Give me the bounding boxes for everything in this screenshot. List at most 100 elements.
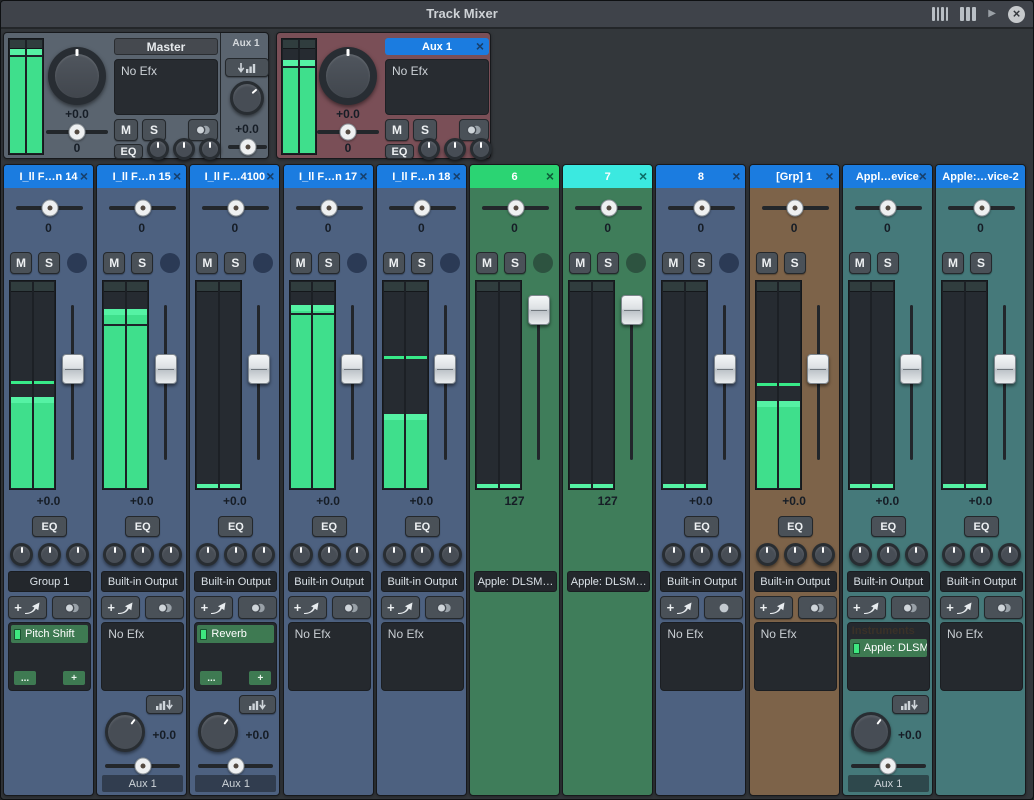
wide-strips-icon[interactable] bbox=[960, 7, 976, 21]
eq-button[interactable]: EQ bbox=[778, 516, 813, 537]
solo-button[interactable]: S bbox=[597, 252, 619, 274]
mute-button[interactable]: M bbox=[942, 252, 964, 274]
mute-button[interactable]: M bbox=[196, 252, 218, 274]
eq-knob-low[interactable] bbox=[103, 543, 126, 566]
master-pan-slider-thumb[interactable] bbox=[69, 124, 86, 141]
pan-slider-thumb[interactable] bbox=[321, 200, 338, 217]
output-selector[interactable]: Built-in Output bbox=[847, 571, 930, 592]
close-track-icon[interactable]: × bbox=[453, 165, 461, 188]
eq-knob-low[interactable] bbox=[196, 543, 219, 566]
aux-send-mode-button[interactable] bbox=[892, 695, 929, 714]
aux-mini-send-slider-thumb[interactable] bbox=[239, 139, 256, 156]
stereo-button[interactable] bbox=[425, 596, 464, 619]
stereo-button[interactable] bbox=[332, 596, 371, 619]
mute-button[interactable]: M bbox=[476, 252, 498, 274]
eq-knob-high[interactable] bbox=[905, 543, 928, 566]
eq-button[interactable]: EQ bbox=[32, 516, 67, 537]
fader-thumb[interactable] bbox=[621, 295, 643, 325]
fader-thumb[interactable] bbox=[807, 354, 829, 384]
add-send-button[interactable]: + bbox=[660, 596, 699, 619]
plugin-enabled-led[interactable] bbox=[200, 629, 207, 640]
aux-send-slider-thumb[interactable] bbox=[227, 758, 244, 775]
aux-1-eq-knob-mid[interactable] bbox=[444, 138, 466, 160]
output-selector[interactable]: Built-in Output bbox=[754, 571, 837, 592]
efx-box[interactable]: No Efx bbox=[754, 622, 837, 691]
eq-knob-mid[interactable] bbox=[877, 543, 900, 566]
track-name-bar[interactable]: 8× bbox=[656, 165, 745, 188]
output-selector[interactable]: Built-in Output bbox=[101, 571, 184, 592]
eq-button[interactable]: EQ bbox=[964, 516, 999, 537]
solo-button[interactable]: S bbox=[411, 252, 433, 274]
output-selector[interactable]: Built-in Output bbox=[194, 571, 277, 592]
eq-knob-low[interactable] bbox=[756, 543, 779, 566]
aux-send-knob[interactable] bbox=[851, 712, 891, 752]
add-send-button[interactable]: + bbox=[940, 596, 979, 619]
aux-1-eq-knob-high[interactable] bbox=[470, 138, 492, 160]
output-selector[interactable]: Apple: DLSM… bbox=[474, 571, 557, 592]
efx-add-button[interactable]: + bbox=[249, 671, 271, 685]
expand-icon[interactable]: ▶ bbox=[988, 9, 996, 19]
close-track-icon[interactable]: × bbox=[732, 165, 740, 188]
mute-button[interactable]: M bbox=[849, 252, 871, 274]
aux-1-eq-knob-low[interactable] bbox=[418, 138, 440, 160]
track-name-bar[interactable]: I_ll F…n 17× bbox=[284, 165, 373, 188]
record-arm-circle[interactable] bbox=[719, 253, 739, 273]
efx-more-button[interactable]: ... bbox=[14, 671, 36, 685]
close-track-icon[interactable]: × bbox=[919, 165, 927, 188]
pan-slider-thumb[interactable] bbox=[227, 200, 244, 217]
output-selector[interactable]: Built-in Output bbox=[288, 571, 371, 592]
add-send-button[interactable]: + bbox=[101, 596, 140, 619]
fader-thumb[interactable] bbox=[714, 354, 736, 384]
stereo-button[interactable] bbox=[984, 596, 1023, 619]
eq-knob-mid[interactable] bbox=[784, 543, 807, 566]
track-name-bar[interactable]: I_ll F…n 18× bbox=[377, 165, 466, 188]
fader-thumb[interactable] bbox=[341, 354, 363, 384]
eq-button[interactable]: EQ bbox=[684, 516, 719, 537]
pan-slider-thumb[interactable] bbox=[973, 200, 990, 217]
solo-button[interactable]: S bbox=[318, 252, 340, 274]
record-arm-circle[interactable] bbox=[160, 253, 180, 273]
master-volume-knob[interactable] bbox=[48, 47, 106, 105]
eq-knob-low[interactable] bbox=[290, 543, 313, 566]
master-eq-knob-low[interactable] bbox=[147, 138, 169, 160]
efx-box[interactable]: No Efx bbox=[381, 622, 464, 691]
track-name-bar[interactable]: I_ll F…4100× bbox=[190, 165, 279, 188]
mute-button[interactable]: M bbox=[114, 119, 138, 141]
efx-box[interactable]: No Efx bbox=[288, 622, 371, 691]
track-name-bar[interactable]: 6× bbox=[470, 165, 559, 188]
add-send-button[interactable]: + bbox=[8, 596, 47, 619]
efx-box[interactable]: Pitch Shift...+ bbox=[8, 622, 91, 691]
eq-knob-low[interactable] bbox=[942, 543, 965, 566]
add-send-button[interactable]: + bbox=[194, 596, 233, 619]
stereo-button[interactable] bbox=[145, 596, 184, 619]
efx-more-button[interactable]: ... bbox=[200, 671, 222, 685]
mono-button[interactable] bbox=[704, 596, 743, 619]
solo-button[interactable]: S bbox=[970, 252, 992, 274]
eq-button[interactable]: EQ bbox=[125, 516, 160, 537]
close-track-icon[interactable]: × bbox=[266, 165, 274, 188]
aux-1-volume-knob[interactable] bbox=[319, 47, 377, 105]
output-selector[interactable]: Built-in Output bbox=[381, 571, 464, 592]
aux-send-mode-button[interactable] bbox=[146, 695, 183, 714]
eq-button[interactable]: EQ bbox=[114, 144, 143, 159]
aux-send-slider-thumb[interactable] bbox=[134, 758, 151, 775]
close-track-icon[interactable]: × bbox=[173, 165, 181, 188]
efx-box[interactable]: No Efx bbox=[940, 622, 1023, 691]
eq-knob-high[interactable] bbox=[812, 543, 835, 566]
mute-button[interactable]: M bbox=[385, 119, 409, 141]
pan-slider-thumb[interactable] bbox=[880, 200, 897, 217]
output-selector[interactable]: Built-in Output bbox=[940, 571, 1023, 592]
eq-knob-mid[interactable] bbox=[131, 543, 154, 566]
aux-1-name-bar[interactable]: Aux 1× bbox=[385, 38, 489, 55]
pan-slider-thumb[interactable] bbox=[787, 200, 804, 217]
eq-knob-high[interactable] bbox=[346, 543, 369, 566]
mute-button[interactable]: M bbox=[662, 252, 684, 274]
solo-button[interactable]: S bbox=[504, 252, 526, 274]
eq-knob-low[interactable] bbox=[662, 543, 685, 566]
eq-knob-high[interactable] bbox=[998, 543, 1021, 566]
fader-thumb[interactable] bbox=[434, 354, 456, 384]
pan-slider-thumb[interactable] bbox=[41, 200, 58, 217]
stereo-button[interactable] bbox=[891, 596, 930, 619]
aux-send-slider-thumb[interactable] bbox=[880, 758, 897, 775]
solo-button[interactable]: S bbox=[224, 252, 246, 274]
